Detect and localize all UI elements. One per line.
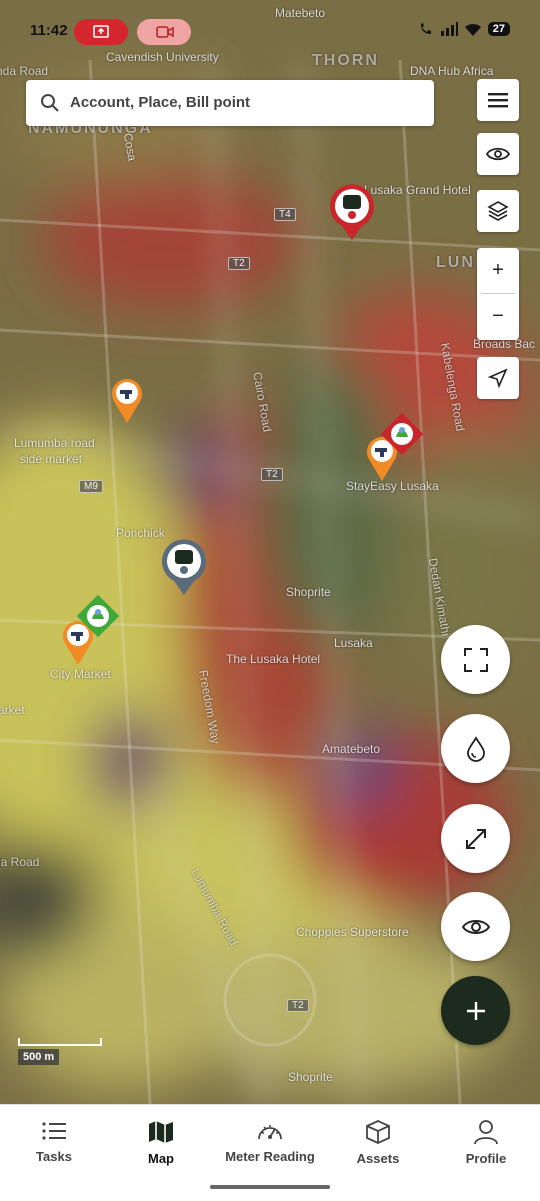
road-shield-m9: M9 xyxy=(79,480,103,493)
nav-item-map[interactable]: Map xyxy=(107,1119,215,1166)
map-label-city-market: City Market xyxy=(50,667,111,681)
water-drop-icon xyxy=(466,735,485,762)
battery-indicator: 27 xyxy=(487,22,510,36)
map-label-arket: arket xyxy=(0,703,25,717)
zoom-control: + − xyxy=(477,248,519,340)
road-shield-t2: T2 xyxy=(228,257,250,270)
asset-marker-green-diamond[interactable] xyxy=(74,592,122,640)
plus-icon xyxy=(466,1001,485,1020)
zoom-out-button[interactable]: − xyxy=(477,294,519,339)
screen-share-icon xyxy=(93,25,109,38)
road-shield-t2: T2 xyxy=(261,468,283,481)
visibility-button[interactable] xyxy=(477,133,519,175)
map-label-lumumba-market-2: side market xyxy=(20,452,83,466)
video-camera-icon xyxy=(156,26,174,38)
road-shield-t4: T4 xyxy=(274,208,296,221)
nav-label-meter-reading: Meter Reading xyxy=(225,1149,315,1164)
map-label-la-road: la Road xyxy=(0,855,40,869)
nav-item-meter-reading[interactable]: Meter Reading xyxy=(216,1119,324,1164)
expand-button[interactable] xyxy=(441,804,510,873)
map-label-lusaka: Lusaka xyxy=(334,636,373,650)
signal-icon xyxy=(440,22,458,36)
layers-button[interactable] xyxy=(477,190,519,232)
nav-item-tasks[interactable]: Tasks xyxy=(0,1119,108,1164)
map-label-amatebeto: Amatebeto xyxy=(322,742,381,756)
status-icons: 27 xyxy=(418,22,510,36)
nav-label-profile: Profile xyxy=(465,1151,507,1166)
meter-marker-grey[interactable] xyxy=(160,537,208,597)
scale-label: 500 m xyxy=(18,1049,60,1065)
add-button[interactable] xyxy=(441,976,510,1045)
cube-icon xyxy=(366,1120,390,1144)
eye-icon xyxy=(461,919,490,934)
fullscreen-icon xyxy=(463,647,488,672)
status-time: 11:42 xyxy=(30,22,68,39)
status-bar: 11:42 27 xyxy=(0,0,540,62)
nav-label-tasks: Tasks xyxy=(36,1149,72,1164)
nav-item-profile[interactable]: Profile xyxy=(432,1119,540,1166)
nav-item-assets[interactable]: Assets xyxy=(324,1119,432,1166)
person-icon xyxy=(474,1120,498,1145)
map-label-lusaka-hotel: The Lusaka Hotel xyxy=(226,652,321,666)
navigation-icon xyxy=(488,368,508,388)
search-input[interactable]: Account, Place, Bill point xyxy=(26,80,434,126)
locate-button[interactable] xyxy=(477,357,519,399)
camera-indicator xyxy=(137,19,191,45)
menu-icon xyxy=(488,93,508,108)
nav-label-map: Map xyxy=(148,1151,174,1166)
map-scale: 500 m xyxy=(18,1038,102,1065)
visibility-toggle-button[interactable] xyxy=(441,892,510,961)
expand-icon xyxy=(465,828,486,849)
home-indicator[interactable] xyxy=(210,1185,330,1189)
map-label-nda-road: nda Road xyxy=(0,64,49,78)
road-shield-t2: T2 xyxy=(287,999,309,1012)
tap-marker-orange[interactable] xyxy=(110,377,144,425)
search-icon xyxy=(41,94,59,112)
nav-label-assets: Assets xyxy=(356,1151,400,1166)
scale-bar xyxy=(18,1038,102,1046)
map-label-lun: LUN xyxy=(436,254,475,271)
map-label-shoprite-1: Shoprite xyxy=(286,585,331,599)
zoom-in-button[interactable]: + xyxy=(477,248,519,293)
eye-icon xyxy=(486,147,510,161)
wifi-call-icon xyxy=(420,23,431,34)
menu-button[interactable] xyxy=(477,79,519,121)
asset-marker-red-diamond[interactable] xyxy=(378,410,426,458)
screen-share-indicator xyxy=(74,19,128,45)
map-label-shoprite-2: Shoprite xyxy=(288,1070,333,1084)
map-icon xyxy=(149,1121,173,1143)
map-label-dna-hub: DNA Hub Africa xyxy=(410,64,494,78)
map-label-lumumba-market: Lumumba road xyxy=(14,436,95,450)
fullscreen-button[interactable] xyxy=(441,625,510,694)
layers-icon xyxy=(487,201,509,221)
list-icon xyxy=(42,1122,66,1140)
meter-marker-red[interactable] xyxy=(328,182,376,242)
map-label-ponchick: Ponchick xyxy=(116,526,165,540)
map-label-grand-hotel: Lusaka Grand Hotel xyxy=(364,183,471,197)
water-layer-button[interactable] xyxy=(441,714,510,783)
map-label-choppies: Choppies Superstore xyxy=(296,925,409,939)
wifi-icon xyxy=(464,23,481,36)
gauge-icon xyxy=(258,1125,282,1140)
search-placeholder: Account, Place, Bill point xyxy=(70,94,251,111)
